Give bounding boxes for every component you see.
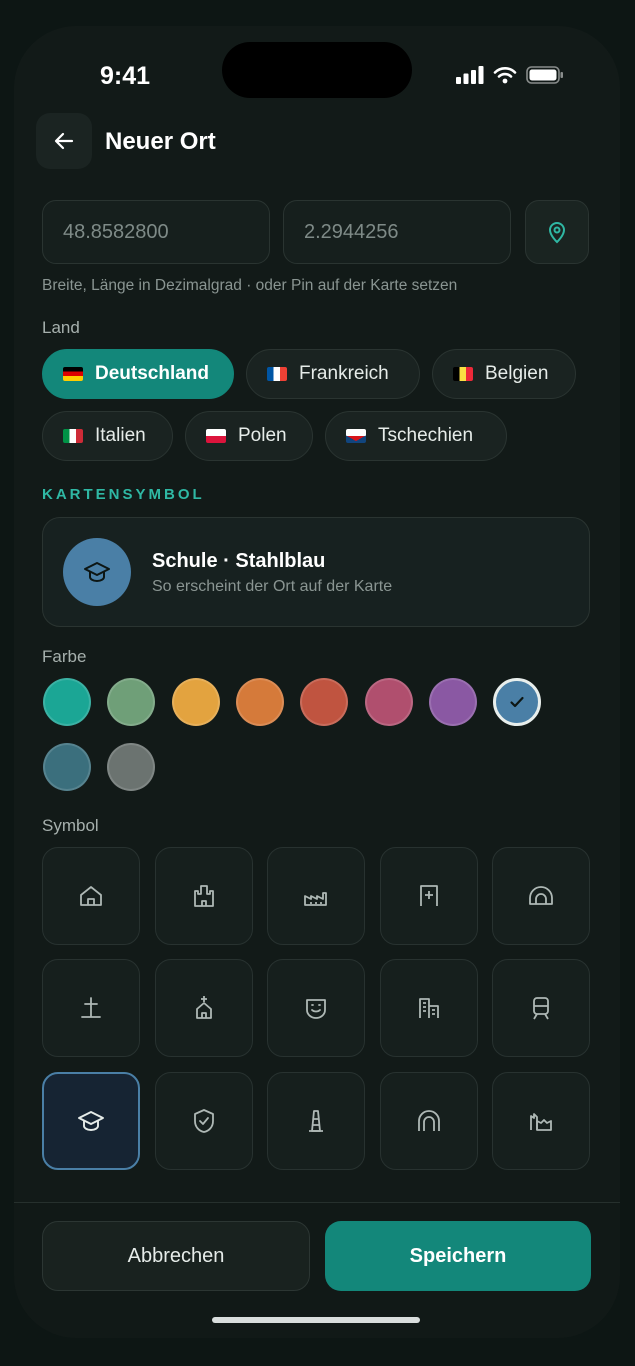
color-swatch-sage[interactable]	[107, 678, 155, 726]
cancel-button[interactable]: Abbrechen	[42, 1221, 310, 1291]
symbol-tile-factory[interactable]	[267, 847, 365, 945]
shield-check-icon	[194, 1109, 214, 1133]
longitude-input[interactable]: 2.2944256	[283, 200, 511, 264]
country-chip-polen[interactable]: Polen	[185, 411, 313, 461]
signal-icon	[456, 66, 484, 84]
arrow-left-icon	[54, 132, 74, 150]
mask-icon	[306, 999, 326, 1019]
home-indicator	[212, 1317, 420, 1323]
symbol-tile-church[interactable]	[155, 959, 253, 1057]
country-chip-tschechien[interactable]: Tschechien	[325, 411, 507, 461]
symbol-tile-mask[interactable]	[267, 959, 365, 1057]
flag-poland-icon	[206, 429, 226, 443]
color-swatch-orange[interactable]	[236, 678, 284, 726]
tram-icon	[533, 997, 549, 1020]
back-button[interactable]	[36, 113, 92, 169]
check-icon	[510, 696, 524, 708]
graduation-cap-icon	[78, 1111, 104, 1131]
arch-icon	[418, 1110, 440, 1131]
tunnel-icon	[529, 886, 553, 905]
status-time: 9:41	[100, 62, 151, 90]
wifi-icon	[493, 67, 517, 84]
hospital-icon	[420, 885, 438, 906]
symbol-tile-graduation-cap[interactable]	[42, 1072, 140, 1170]
map-symbol-preview-card: Schule · Stahlblau So erscheint der Ort …	[42, 517, 590, 627]
country-chip-deutschland[interactable]: Deutschland	[42, 349, 234, 399]
save-button[interactable]: Speichern	[325, 1221, 591, 1291]
preview-subtitle: So erscheint der Ort auf der Karte	[152, 578, 393, 595]
castle-icon	[194, 885, 214, 907]
color-swatch-steelblue[interactable]	[493, 678, 541, 726]
map-pin-icon	[548, 222, 566, 244]
flag-czechia-icon	[346, 429, 366, 443]
flag-belgium-icon	[453, 367, 473, 381]
country-chip-belgien[interactable]: Belgien	[432, 349, 576, 399]
color-swatch-teal[interactable]	[43, 678, 91, 726]
symbol-tile-ruins[interactable]	[492, 1072, 590, 1170]
status-icons	[456, 66, 564, 84]
latitude-input[interactable]: 48.8582800	[42, 200, 270, 264]
preview-marker	[63, 538, 131, 606]
house-icon	[80, 886, 102, 906]
country-chip-label: Frankreich	[299, 363, 389, 384]
flag-italy-icon	[63, 429, 83, 443]
symbol-tile-house[interactable]	[42, 847, 140, 945]
color-swatch-purple[interactable]	[429, 678, 477, 726]
country-chip-italien[interactable]: Italien	[42, 411, 173, 461]
symbol-tile-tunnel[interactable]	[492, 847, 590, 945]
preview-title: Schule · Stahlblau	[152, 550, 326, 572]
battery-icon	[526, 66, 563, 84]
color-swatch-red[interactable]	[300, 678, 348, 726]
symbol-tile-cross[interactable]	[42, 959, 140, 1057]
symbol-tile-tram[interactable]	[492, 959, 590, 1057]
church-icon	[196, 996, 212, 1019]
page-title: Neuer Ort	[105, 128, 216, 155]
country-chip-label: Polen	[238, 425, 287, 446]
coordinates-hint: Breite, Länge in Dezimalgrad · oder Pin …	[42, 277, 458, 294]
cross-icon	[81, 997, 101, 1018]
country-chip-label: Deutschland	[95, 363, 210, 384]
symbol-tile-building[interactable]	[380, 959, 478, 1057]
building-icon	[419, 998, 439, 1018]
graduation-cap-icon	[84, 562, 110, 583]
flag-germany-icon	[63, 367, 83, 381]
dynamic-island	[222, 42, 412, 98]
map-symbol-section-title: KARTENSYMBOL	[42, 486, 205, 503]
country-chip-label: Tschechien	[378, 425, 474, 446]
color-swatch-amber[interactable]	[172, 678, 220, 726]
symbol-tile-shield[interactable]	[155, 1072, 253, 1170]
color-swatch-petrol[interactable]	[43, 743, 91, 791]
color-swatch-rose[interactable]	[365, 678, 413, 726]
country-chip-label: Italien	[95, 425, 146, 446]
symbol-label: Symbol	[42, 816, 99, 835]
country-label: Land	[42, 318, 80, 337]
phone-screen: 9:41 Neuer Ort 48.8582800 2.2944256 Brei…	[14, 26, 620, 1338]
country-chip-label: Belgien	[485, 363, 549, 384]
pick-on-map-button[interactable]	[525, 200, 589, 264]
color-swatch-gray[interactable]	[107, 743, 155, 791]
color-label: Farbe	[42, 647, 87, 666]
symbol-tile-tower[interactable]	[267, 1072, 365, 1170]
factory-icon	[304, 892, 327, 906]
symbol-tile-castle[interactable]	[155, 847, 253, 945]
tower-icon	[309, 1110, 323, 1132]
symbol-tile-hospital[interactable]	[380, 847, 478, 945]
ruins-icon	[530, 1113, 552, 1131]
symbol-tile-arch[interactable]	[380, 1072, 478, 1170]
flag-france-icon	[267, 367, 287, 381]
country-chip-frankreich[interactable]: Frankreich	[246, 349, 420, 399]
